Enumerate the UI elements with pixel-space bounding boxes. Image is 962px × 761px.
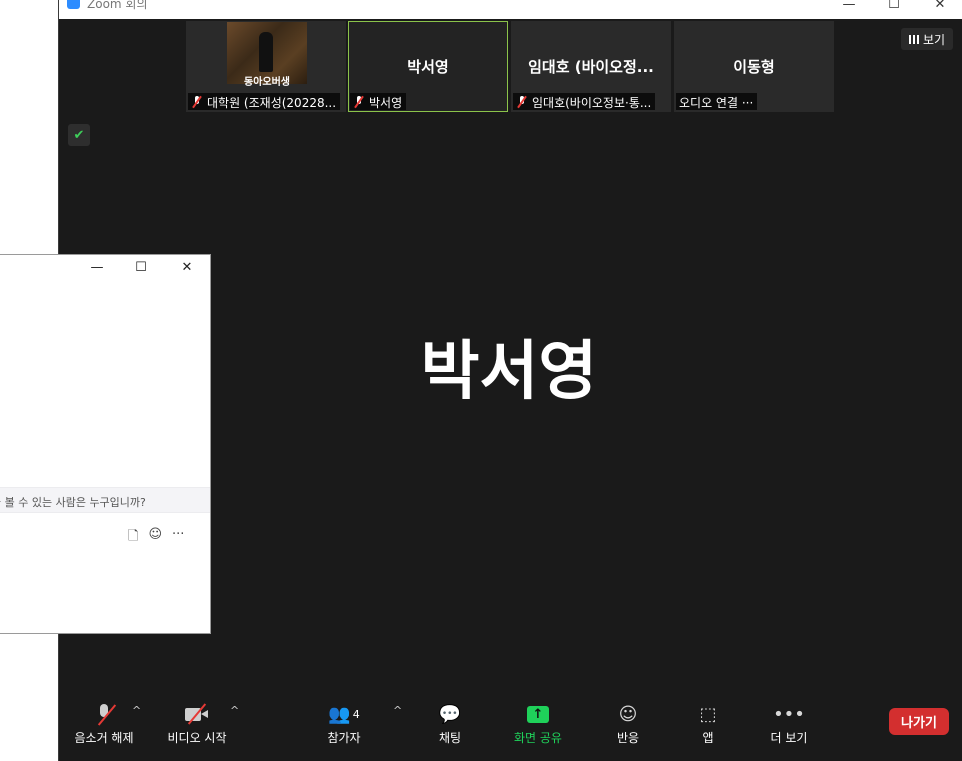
- muted-mic-icon: [516, 96, 528, 108]
- participant-caption-text: 임대호(바이오정보·통...: [532, 95, 652, 110]
- start-video-button[interactable]: 비디오 시작: [162, 700, 232, 746]
- participants-button[interactable]: 👥 4 참가자: [319, 700, 369, 746]
- participant-tile-2[interactable]: 박서영 박서영: [348, 21, 508, 112]
- participants-count: 4: [352, 707, 360, 721]
- reactions-button[interactable]: ☺ 반응: [603, 700, 653, 746]
- chat-tools: 🗋 ☺ ···: [128, 527, 184, 549]
- apps-label: 앱: [702, 731, 714, 745]
- apps-button[interactable]: ⬚ 앱: [683, 700, 733, 746]
- participant-caption: 대학원 (조재성(20228...: [188, 93, 341, 110]
- start-video-label: 비디오 시작: [167, 731, 227, 745]
- chat-label: 채팅: [438, 731, 462, 745]
- muted-mic-icon: [353, 96, 365, 108]
- participants-label: 참가자: [327, 731, 361, 745]
- meeting-toolbar: 음소거 해제 ^ 비디오 시작 ^ 👥 4 참가자 ^ 💬 채팅 ↑ 화면 공유 …: [59, 700, 962, 761]
- more-label: 더 보기: [770, 731, 808, 745]
- participant-caption: 박서영: [350, 93, 407, 110]
- chat-maximize-button[interactable]: ☐: [126, 260, 156, 280]
- file-icon[interactable]: 🗋: [128, 527, 138, 549]
- apps-icon: ⬚: [699, 703, 717, 725]
- more-icon: •••: [773, 703, 805, 725]
- unmute-label: 음소거 해제: [74, 731, 134, 745]
- share-screen-icon: ↑: [527, 705, 549, 723]
- reactions-label: 반응: [616, 731, 640, 745]
- muted-mic-icon: [97, 704, 117, 726]
- chat-icon: 💬: [438, 703, 462, 725]
- chat-minimize-button[interactable]: —: [82, 260, 112, 280]
- video-off-icon: [185, 703, 209, 725]
- participant-caption-text: 박서영: [369, 95, 403, 110]
- audio-options-caret[interactable]: ^: [132, 704, 141, 717]
- participant-tile-4[interactable]: 이동형 오디오 연결 ···: [674, 21, 834, 112]
- participant-name: 박서영: [407, 58, 449, 76]
- window-title: Zoom 회의: [87, 0, 148, 11]
- shield-icon[interactable]: ✔: [68, 124, 90, 146]
- chat-button[interactable]: 💬 채팅: [425, 700, 475, 746]
- grid-icon: [908, 34, 919, 44]
- participant-name: 임대호 (바이오정...: [528, 58, 654, 76]
- video-options-caret[interactable]: ^: [230, 704, 239, 717]
- minimize-button[interactable]: —: [826, 0, 872, 19]
- participants-options-caret[interactable]: ^: [393, 704, 402, 717]
- more-button[interactable]: ••• 더 보기: [759, 700, 819, 746]
- emoji-icon[interactable]: ☺: [148, 527, 162, 549]
- participant-name: 이동형: [733, 58, 775, 76]
- share-screen-label: 화면 공유: [514, 731, 562, 745]
- participant-caption-text: 대학원 (조재성(20228...: [207, 95, 337, 110]
- participant-caption-text: 오디오 연결 ···: [679, 95, 754, 110]
- participant-tile-3[interactable]: 임대호 (바이오정... 임대호(바이오정보·통...: [511, 21, 671, 112]
- chat-visibility-info[interactable]: 을 볼 수 있는 사람은 누구입니까?: [0, 487, 210, 513]
- participant-caption: 오디오 연결 ···: [676, 93, 758, 110]
- video-overlay-text: 동아오버생: [244, 77, 290, 88]
- close-button[interactable]: ✕: [917, 0, 962, 19]
- reaction-emoji-icon: ☺: [618, 703, 638, 725]
- maximize-button[interactable]: ☐: [871, 0, 917, 19]
- muted-mic-icon: [191, 96, 203, 108]
- participant-caption: 임대호(바이오정보·통...: [513, 93, 656, 110]
- participant-tile-1[interactable]: 동아오버생 대학원 (조재성(20228...: [186, 21, 346, 112]
- unmute-button[interactable]: 음소거 해제: [69, 700, 139, 746]
- chat-visibility-text: 을 볼 수 있는 사람은 누구입니까?: [0, 496, 146, 509]
- zoom-app-icon: [67, 0, 80, 9]
- participants-icon: 👥: [328, 703, 351, 725]
- chat-close-button[interactable]: ✕: [172, 260, 202, 280]
- view-button-label: 보기: [922, 32, 946, 47]
- leave-meeting-button[interactable]: 나가기: [889, 708, 949, 735]
- chat-popup-window: — ☐ ✕ 을 볼 수 있는 사람은 누구입니까? 🗋 ☺ ···: [0, 254, 211, 634]
- share-screen-button[interactable]: ↑ 화면 공유: [505, 700, 571, 746]
- chat-more-button[interactable]: ···: [172, 527, 184, 549]
- title-bar: Zoom 회의 — ☐ ✕: [59, 0, 962, 19]
- view-button[interactable]: 보기: [901, 28, 953, 50]
- active-speaker-name: 박서영: [420, 335, 598, 409]
